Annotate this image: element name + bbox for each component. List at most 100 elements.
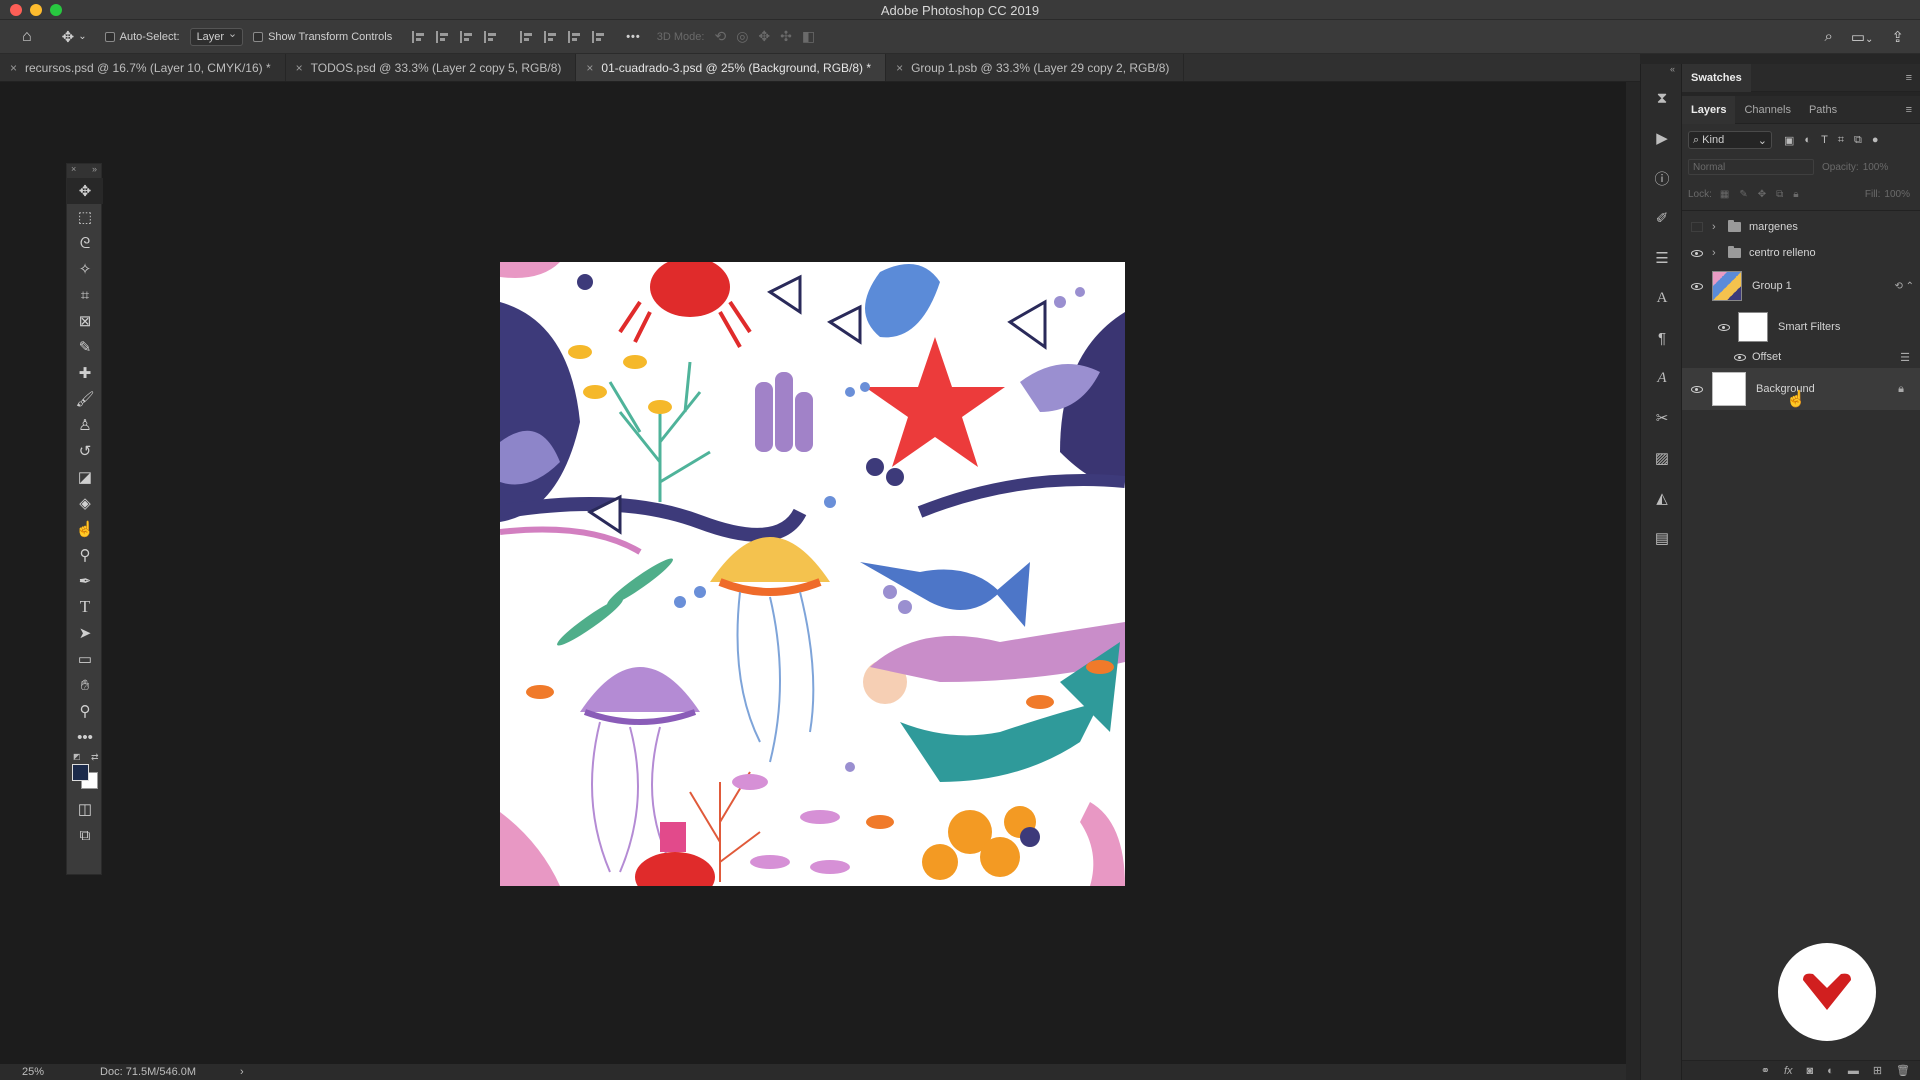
status-arrow-icon[interactable]: › <box>240 1066 244 1078</box>
visibility-toggle[interactable] <box>1691 222 1703 232</box>
tab-swatches[interactable]: Swatches <box>1682 63 1751 92</box>
close-tab-icon[interactable]: × <box>296 61 303 75</box>
eyedropper-tool-icon[interactable]: ✎ <box>67 334 103 360</box>
auto-select-checkbox[interactable] <box>104 31 115 42</box>
eye-icon[interactable] <box>1718 323 1730 331</box>
tab-channels[interactable]: Channels <box>1735 96 1799 124</box>
close-tab-icon[interactable]: × <box>586 61 593 75</box>
crop-tool-icon[interactable]: ⌗ <box>67 282 103 308</box>
doc-tab[interactable]: × TODOS.psd @ 33.3% (Layer 2 copy 5, RGB/… <box>286 54 577 81</box>
close-tab-icon[interactable]: × <box>896 61 903 75</box>
auto-select-value[interactable]: Layer <box>189 27 244 46</box>
zoom-tool-icon[interactable]: ⚲ <box>67 698 103 724</box>
eye-icon[interactable] <box>1691 249 1703 257</box>
expand-icon[interactable]: › <box>1712 247 1728 259</box>
actions-panel-icon[interactable]: ▶ <box>1641 118 1683 158</box>
default-colors-icon[interactable]: ◩ <box>73 752 81 761</box>
styles-icon[interactable]: ◭ <box>1641 478 1683 518</box>
layer-style-icon[interactable]: fx <box>1784 1065 1793 1077</box>
foreground-color-swatch[interactable] <box>72 764 89 781</box>
move-tool-icon[interactable]: ✥ <box>67 178 103 204</box>
show-transform-option[interactable]: Show Transform Controls <box>253 31 392 43</box>
paragraph-panel-icon[interactable]: ¶ <box>1641 318 1683 358</box>
close-tab-icon[interactable]: × <box>10 61 17 75</box>
workspace-icon[interactable]: ▭⌄ <box>1851 28 1874 46</box>
brush-settings-icon[interactable]: ✐ <box>1641 198 1683 238</box>
align-top-icon[interactable] <box>520 30 534 43</box>
move-tool-preset-icon[interactable]: ✥ ⌄ <box>62 28 87 46</box>
show-transform-checkbox[interactable] <box>253 31 264 42</box>
3d-rotate-icon[interactable]: ⟲ <box>714 28 726 45</box>
swatches-menu-icon[interactable]: ≡ <box>1906 72 1912 84</box>
filter-kind-select[interactable]: ⌕ Kind ⌄ <box>1688 131 1772 149</box>
doc-tab-active[interactable]: × 01-cuadrado-3.psd @ 25% (Background, RG… <box>576 54 887 81</box>
layer-row[interactable]: Group 1 ⟲ ⌃ <box>1682 266 1920 306</box>
align-center-icon[interactable] <box>436 30 450 43</box>
distribute-vertical-icon[interactable] <box>592 30 606 43</box>
document-canvas[interactable] <box>500 262 1125 886</box>
doc-tab[interactable]: × recursos.psd @ 16.7% (Layer 10, CMYK/16… <box>0 54 286 81</box>
align-middle-icon[interactable] <box>544 30 558 43</box>
more-options-button[interactable]: ••• <box>626 31 641 43</box>
search-icon[interactable]: ⌕ <box>1824 28 1832 46</box>
blend-mode-select[interactable]: Normal <box>1688 159 1814 175</box>
filter-options-icon[interactable]: ☰ <box>1900 351 1910 364</box>
lasso-tool-icon[interactable]: ᘓ <box>67 230 103 256</box>
3d-drag-icon[interactable]: ✥ <box>758 28 770 45</box>
dodge-tool-icon[interactable]: ⚲ <box>67 542 103 568</box>
share-icon[interactable]: ⇪ <box>1891 28 1904 46</box>
align-bottom-icon[interactable] <box>568 30 582 43</box>
quick-mask-icon[interactable]: ◫ <box>67 796 103 822</box>
healing-tool-icon[interactable]: ✚ <box>67 360 103 386</box>
more-tools-icon[interactable]: ••• <box>67 724 103 750</box>
align-right-icon[interactable] <box>460 30 474 43</box>
smartobject-filter-icon[interactable]: ⧉ <box>1854 134 1862 147</box>
type-tool-icon[interactable]: T <box>67 594 103 620</box>
marquee-tool-icon[interactable]: ⬚ <box>67 204 103 230</box>
stamp-tool-icon[interactable]: ♙ <box>67 412 103 438</box>
history-brush-tool-icon[interactable]: ↺ <box>67 438 103 464</box>
gradients-icon[interactable]: ▤ <box>1641 518 1683 558</box>
path-selection-tool-icon[interactable]: ➤ <box>67 620 103 646</box>
new-layer-icon[interactable]: ⊞ <box>1873 1064 1882 1077</box>
smart-filter-mask-thumbnail[interactable] <box>1738 312 1768 342</box>
opacity-value[interactable]: 100% <box>1863 162 1889 173</box>
link-layers-icon[interactable]: ⚭ <box>1761 1064 1770 1077</box>
auto-select-option[interactable]: Auto-Select: <box>104 31 180 43</box>
zoom-level[interactable]: 25% <box>22 1066 44 1078</box>
paint-bucket-tool-icon[interactable]: ◈ <box>67 490 103 516</box>
screen-mode-icon[interactable]: ⧉ <box>67 822 103 848</box>
fill-value[interactable]: 100% <box>1884 189 1910 200</box>
distribute-icon[interactable] <box>484 30 498 43</box>
layer-row[interactable]: Smart Filters <box>1682 308 1920 346</box>
lock-position-icon[interactable]: ✥ <box>1758 189 1766 200</box>
tab-layers[interactable]: Layers <box>1682 95 1736 124</box>
magic-wand-tool-icon[interactable]: ✧ <box>67 256 103 282</box>
pen-tool-icon[interactable]: ✒ <box>67 568 103 594</box>
auto-select-dropdown[interactable]: Layer <box>189 27 244 46</box>
rectangle-tool-icon[interactable]: ▭ <box>67 646 103 672</box>
type-filter-icon[interactable]: T <box>1821 134 1828 147</box>
close-icon[interactable]: × <box>71 164 76 178</box>
filter-toggle-icon[interactable]: ● <box>1872 134 1879 147</box>
adjustment-layer-icon[interactable]: ◐ <box>1827 1065 1834 1077</box>
character-panel-icon[interactable]: A <box>1641 278 1683 318</box>
lock-transparent-icon[interactable]: ▦ <box>1720 189 1729 200</box>
swap-colors-icon[interactable]: ⇄ <box>91 752 99 763</box>
adjustment-filter-icon[interactable]: ◐ <box>1804 134 1811 147</box>
home-icon[interactable]: ⌂ <box>22 28 32 46</box>
smudge-tool-icon[interactable]: ☝ <box>67 516 103 542</box>
adjustments-icon[interactable]: ☰ <box>1641 238 1683 278</box>
3d-slide-icon[interactable]: ✣ <box>780 28 792 45</box>
eye-icon[interactable] <box>1691 385 1703 393</box>
eye-icon[interactable] <box>1691 282 1703 290</box>
collapse-strip-icon[interactable]: « <box>1641 64 1681 78</box>
lock-artboard-icon[interactable]: ⧉ <box>1776 189 1783 200</box>
3d-roll-icon[interactable]: ◎ <box>736 28 748 45</box>
layer-row[interactable]: Offset ☰ <box>1682 346 1920 368</box>
add-mask-icon[interactable]: ◙ <box>1807 1065 1814 1077</box>
glyphs-panel-icon[interactable]: A <box>1641 358 1683 398</box>
new-group-icon[interactable]: ▬ <box>1848 1065 1859 1077</box>
frame-tool-icon[interactable]: ⊠ <box>67 308 103 334</box>
brush-tool-icon[interactable]: 🖌︎ <box>67 386 103 412</box>
